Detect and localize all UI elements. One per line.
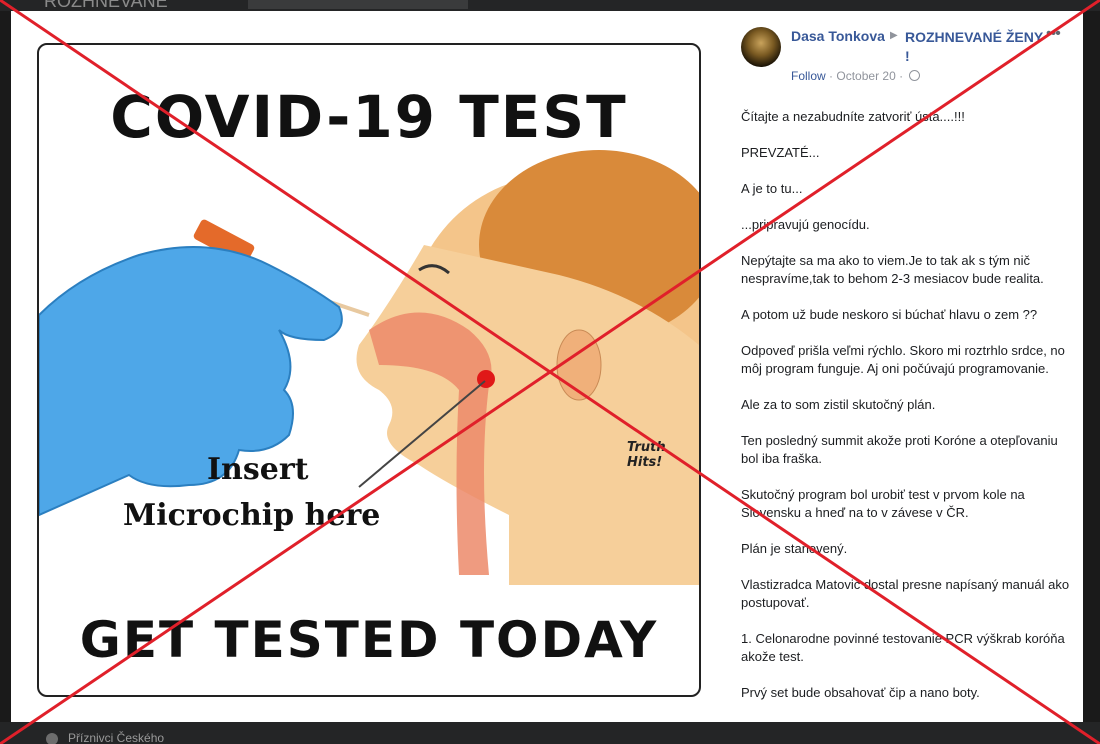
- child-ear: [556, 329, 602, 401]
- watermark-line-2: Hits!: [627, 455, 663, 470]
- post-image-panel[interactable]: COVID-19 TEST Insert Microchip here Trut…: [11, 11, 726, 722]
- insert-line-1: Insert: [207, 452, 309, 487]
- play-arrow-icon: ▶: [890, 30, 898, 41]
- poster-footer: GET TESTED TODAY: [79, 611, 659, 669]
- avatar[interactable]: [741, 27, 781, 67]
- meta-separator: ·: [899, 69, 904, 83]
- post-panel: Dasa Tonkova ▶ ROZHNEVANÉ ŽENY ! ••• Fol…: [726, 11, 1083, 722]
- post-paragraph: Plán je stanovený.: [741, 541, 848, 556]
- follow-button[interactable]: Follow: [791, 69, 826, 83]
- post-paragraph: Odpoveď prišla veľmi rýchlo. Skoro mi ro…: [741, 343, 1065, 376]
- post-paragraph: Skutočný program bol urobiť test v prvom…: [741, 487, 1025, 520]
- watermark-line-1: Truth: [627, 440, 666, 455]
- post-paragraph: Nepýtajte sa ma ako to viem.Je to tak ak…: [741, 253, 1044, 286]
- group-link[interactable]: ROZHNEVANÉ ŽENY !: [905, 28, 1045, 66]
- poster-title: COVID-19 TEST: [110, 83, 628, 151]
- author-link[interactable]: Dasa Tonkova: [791, 28, 885, 44]
- background-bottom-bar: Příznivci Českého: [0, 722, 1100, 744]
- watermark: Truth Hits!: [627, 440, 666, 470]
- post-date[interactable]: October 20: [836, 69, 895, 83]
- background-top-bar: ROZHNEVANÉ: [0, 0, 1100, 11]
- post-paragraph: ...pripravujú genocídu.: [741, 217, 870, 232]
- globe-icon: [909, 70, 921, 81]
- post-paragraph: 1. Celonarodne povinné testovanie PCR vý…: [741, 631, 1065, 664]
- background-group-icon: [46, 733, 58, 744]
- background-group-link: Příznivci Českého: [68, 731, 165, 744]
- background-button: [248, 0, 468, 9]
- post-paragraph: PREVZATÉ...: [741, 145, 820, 160]
- post-body: Čítajte a nezabudníte zatvoriť ústa....!…: [741, 108, 1076, 720]
- meta-separator: ·: [829, 69, 834, 83]
- more-options-icon[interactable]: •••: [1046, 25, 1061, 43]
- post-paragraph: Ale za to som zistil skutočný plán.: [741, 397, 936, 412]
- insert-line-2: Microchip here: [123, 498, 381, 533]
- poster-insert-text: Insert Microchip here: [123, 447, 380, 539]
- meme-image: COVID-19 TEST Insert Microchip here Trut…: [37, 43, 701, 697]
- post-paragraph: A je to tu...: [741, 181, 803, 196]
- post-paragraph: A potom už bude neskoro si búchať hlavu …: [741, 307, 1038, 322]
- post-paragraph: Ten posledný summit akože proti Koróne a…: [741, 433, 1058, 466]
- post-paragraph: Vlastizradca Matovič dostal presne napís…: [741, 577, 1070, 610]
- post-paragraph: Čítajte a nezabudníte zatvoriť ústa....!…: [741, 109, 965, 124]
- post-paragraph: Prvý set bude obsahovať čip a nano boty.: [741, 685, 980, 700]
- post-meta: Follow · October 20 ·: [791, 69, 921, 83]
